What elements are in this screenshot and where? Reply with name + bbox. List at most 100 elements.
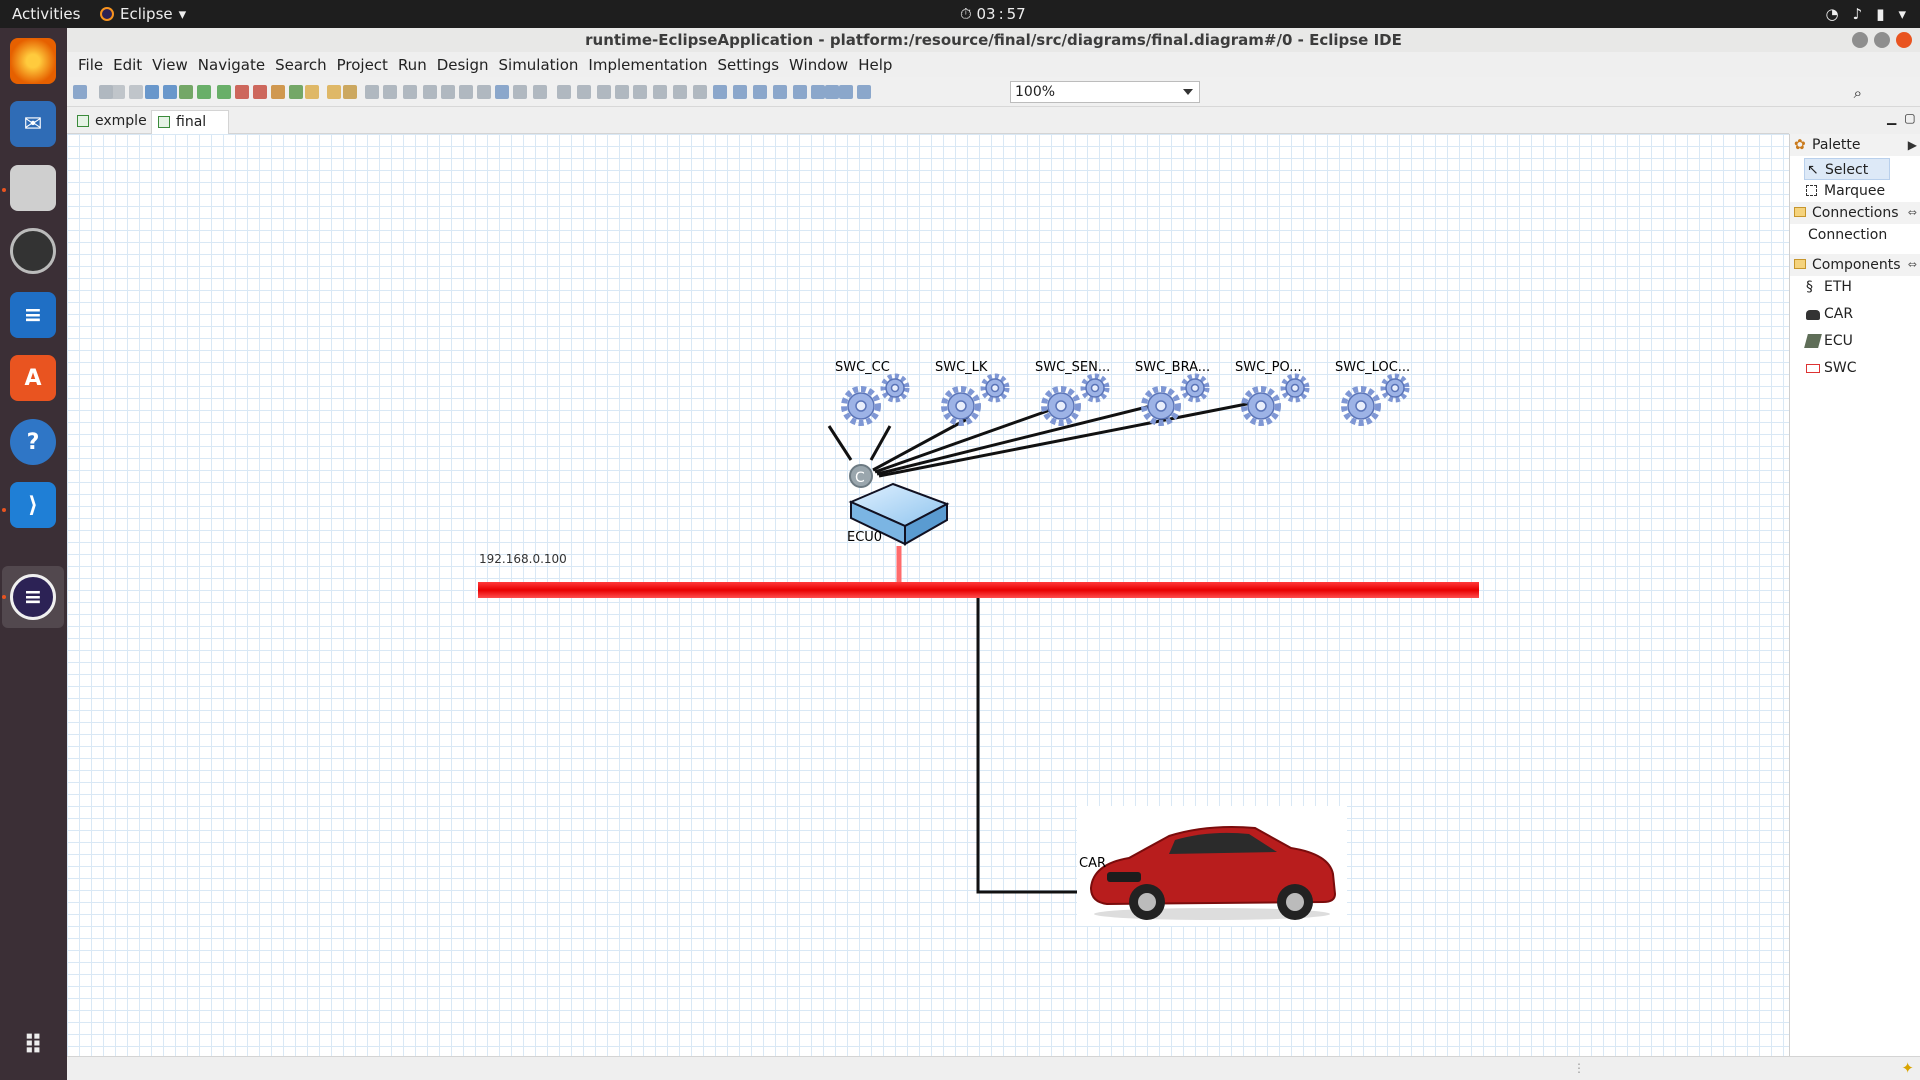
menu-project[interactable]: Project [332, 56, 393, 74]
ethernet-bus[interactable] [478, 582, 1479, 598]
toolbar-button-icon[interactable] [615, 85, 629, 99]
toolbar-button-icon[interactable] [693, 85, 707, 99]
minimize-button[interactable] [1852, 32, 1868, 48]
palette-tool-ecu[interactable]: ECU [1804, 330, 1853, 352]
toolbar-button-icon[interactable] [163, 85, 177, 99]
minimize-view-icon[interactable]: ▁ [1887, 111, 1896, 125]
search-icon[interactable]: ⌕ [1854, 84, 1862, 102]
toolbar-button-icon[interactable] [145, 85, 159, 99]
vscode-icon[interactable]: ⟩ [10, 482, 56, 528]
toolbar-button-icon[interactable] [811, 85, 825, 99]
lightbulb-icon[interactable]: ✦ [1901, 1059, 1914, 1077]
connection-line[interactable] [869, 425, 892, 461]
toolbar-button-icon[interactable] [441, 85, 455, 99]
toolbar-button-icon[interactable] [533, 85, 547, 99]
chevron-right-icon[interactable]: ▶ [1908, 134, 1917, 156]
toolbar-button-icon[interactable] [557, 85, 571, 99]
toolbar-button-icon[interactable] [217, 85, 231, 99]
maximize-view-icon[interactable]: ▢ [1904, 111, 1915, 125]
connection-line[interactable] [876, 400, 1168, 476]
writer-icon[interactable]: ≡ [10, 292, 56, 338]
palette-header[interactable]: ✿ Palette ▶ [1790, 134, 1920, 156]
palette-drawer-components[interactable]: Components ⇔ [1790, 254, 1920, 276]
toolbar-button-icon[interactable] [403, 85, 417, 99]
menu-run[interactable]: Run [393, 56, 432, 74]
pin-icon[interactable]: ⇔ [1908, 202, 1917, 224]
menu-file[interactable]: File [73, 56, 108, 74]
toolbar-button-icon[interactable] [733, 85, 747, 99]
toolbar-button-icon[interactable] [253, 85, 267, 99]
swc-node[interactable] [1035, 370, 1115, 430]
toolbar-button-icon[interactable] [327, 85, 341, 99]
toolbar-button-icon[interactable] [793, 85, 807, 99]
toolbar-button-icon[interactable] [633, 85, 647, 99]
palette-tool-connection[interactable]: Connection [1804, 224, 1887, 246]
toolbar-button-icon[interactable] [111, 85, 125, 99]
menu-help[interactable]: Help [853, 56, 897, 74]
palette-drawer-connections[interactable]: Connections ⇔ [1790, 202, 1920, 224]
toolbar-button-icon[interactable] [773, 85, 787, 99]
palette-tool-swc[interactable]: SWC [1804, 357, 1857, 379]
connection-line[interactable] [827, 425, 853, 461]
swc-node[interactable] [835, 370, 915, 430]
toolbar-button-icon[interactable] [825, 85, 839, 99]
app-menu[interactable]: Eclipse ▾ [100, 5, 186, 23]
maximize-button[interactable] [1874, 32, 1890, 48]
menu-window[interactable]: Window [784, 56, 853, 74]
toolbar-button-icon[interactable] [673, 85, 687, 99]
menu-settings[interactable]: Settings [713, 56, 785, 74]
swc-node[interactable] [1135, 370, 1215, 430]
thunderbird-icon[interactable]: ✉ [10, 101, 56, 147]
toolbar-button-icon[interactable] [343, 85, 357, 99]
toolbar-button-icon[interactable] [753, 85, 767, 99]
system-tray[interactable]: ◔ ♪ ▮ ▾ [1826, 5, 1906, 23]
tab-final[interactable]: final ✕ [151, 110, 229, 151]
palette-tool-eth[interactable]: § ETH [1804, 276, 1852, 298]
toolbar-button-icon[interactable] [423, 85, 437, 99]
toolbar-button-icon[interactable] [839, 85, 853, 99]
tab-exmple[interactable]: exmple [71, 110, 147, 134]
toolbar-button-icon[interactable] [179, 85, 193, 99]
menu-implementation[interactable]: Implementation [583, 56, 712, 74]
toolbar-button-icon[interactable] [305, 85, 319, 99]
toolbar-button-icon[interactable] [383, 85, 397, 99]
swc-node[interactable] [1335, 370, 1415, 430]
pin-icon[interactable]: ⇔ [1908, 254, 1917, 276]
menu-navigate[interactable]: Navigate [193, 56, 270, 74]
toolbar-button-icon[interactable] [459, 85, 473, 99]
toolbar-button-icon[interactable] [495, 85, 509, 99]
palette-tool-select[interactable]: ↖ Select [1804, 158, 1890, 180]
files-icon[interactable] [10, 165, 56, 211]
rhythmbox-icon[interactable] [10, 228, 56, 274]
toolbar-button-icon[interactable] [235, 85, 249, 99]
swc-node[interactable] [1235, 370, 1315, 430]
activities-button[interactable]: Activities [12, 5, 80, 23]
menu-search[interactable]: Search [270, 56, 332, 74]
toolbar-button-icon[interactable] [577, 85, 591, 99]
show-apps-icon[interactable]: ⠿ [10, 1023, 56, 1069]
eclipse-dock-icon[interactable]: ≡ [10, 574, 56, 620]
car-connection-line[interactable] [976, 598, 1081, 894]
clock[interactable]: ⏱ 03 : 57 [960, 5, 1026, 23]
toolbar-button-icon[interactable] [271, 85, 285, 99]
menu-simulation[interactable]: Simulation [494, 56, 584, 74]
toolbar-button-icon[interactable] [365, 85, 379, 99]
toolbar-button-icon[interactable] [857, 85, 871, 99]
menu-edit[interactable]: Edit [108, 56, 147, 74]
toolbar-button-icon[interactable] [197, 85, 211, 99]
car-node[interactable] [1077, 806, 1347, 926]
firefox-icon[interactable] [10, 38, 56, 84]
toolbar-button-icon[interactable] [289, 85, 303, 99]
toolbar-button-icon[interactable] [477, 85, 491, 99]
zoom-combo[interactable]: 100% [1010, 81, 1200, 103]
swc-node[interactable] [935, 370, 1015, 430]
toolbar-button-icon[interactable] [597, 85, 611, 99]
toolbar-button-icon[interactable] [129, 85, 143, 99]
software-icon[interactable]: A [10, 355, 56, 401]
toolbar-button-icon[interactable] [653, 85, 667, 99]
toolbar-button-icon[interactable] [513, 85, 527, 99]
toolbar-button-icon[interactable] [713, 85, 727, 99]
menu-view[interactable]: View [147, 56, 193, 74]
close-button[interactable] [1896, 32, 1912, 48]
toolbar-button-icon[interactable] [73, 85, 87, 99]
